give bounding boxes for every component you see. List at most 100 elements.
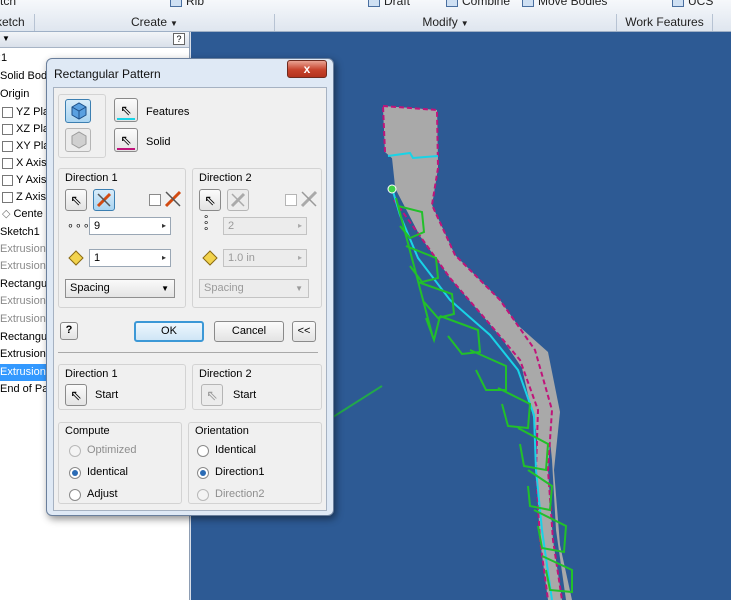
direction2-start-title: Direction 2 bbox=[199, 368, 252, 380]
tree-item-sketch1[interactable]: Sketch1 bbox=[0, 224, 40, 241]
direction1-flip-button[interactable] bbox=[93, 189, 115, 211]
tree-item-xy-plane[interactable]: XY Pla bbox=[2, 138, 49, 155]
direction2-spacing-input[interactable]: 1.0 in ▸ bbox=[223, 249, 307, 267]
direction2-count-input[interactable]: 2 ▸ bbox=[223, 217, 307, 235]
group-create[interactable]: Create ▼ bbox=[34, 14, 274, 31]
tree-label: Origin bbox=[0, 88, 30, 100]
move-bodies-label: Move Bodies bbox=[538, 0, 608, 8]
tree-item-extrusion[interactable]: Extrusion bbox=[0, 258, 46, 275]
flip-direction-icon bbox=[230, 192, 246, 208]
solid-select-button[interactable]: ⇖ bbox=[114, 128, 138, 152]
tree-item-rectangular-pattern[interactable]: Rectangu bbox=[0, 276, 47, 293]
dialog-title: Rectangular Pattern bbox=[54, 67, 161, 81]
compute-adjust-radio[interactable] bbox=[69, 489, 81, 501]
group-modify[interactable]: Modify ▼ bbox=[274, 14, 616, 31]
ribbon: tch Rib Draft Combine Move Bodies UCS Sk… bbox=[0, 0, 731, 32]
orientation-identical-radio[interactable] bbox=[197, 445, 209, 457]
plane-icon bbox=[2, 140, 13, 152]
tree-item-extrusion[interactable]: Extrusion bbox=[0, 293, 46, 310]
direction1-midplane-checkbox[interactable] bbox=[149, 194, 161, 206]
direction1-path-button[interactable]: ⇖ bbox=[65, 189, 87, 211]
ok-button[interactable]: OK bbox=[134, 321, 204, 342]
collapse-button[interactable]: << bbox=[292, 321, 316, 342]
move-bodies-icon bbox=[522, 0, 534, 7]
draft-label: Draft bbox=[384, 0, 411, 8]
rib-tool[interactable]: Rib bbox=[170, 0, 204, 8]
tree-label: Y Axis bbox=[16, 174, 47, 186]
tree-item-x-axis[interactable]: X Axis bbox=[2, 155, 47, 172]
help-button[interactable]: ? bbox=[60, 322, 78, 340]
direction2-method-select[interactable]: Spacing ▼ bbox=[199, 279, 309, 298]
rib-icon bbox=[170, 0, 182, 7]
tree-item-z-axis[interactable]: Z Axis bbox=[2, 189, 46, 206]
pattern-type-group bbox=[58, 94, 106, 158]
tree-item-rectangular-pattern[interactable]: Rectangu bbox=[0, 329, 47, 346]
browser-help-icon[interactable]: ? bbox=[173, 33, 185, 45]
compute-optimized-radio[interactable] bbox=[69, 445, 81, 457]
arrow-cursor-icon: ⇖ bbox=[204, 192, 216, 208]
compute-identical-radio[interactable] bbox=[69, 467, 81, 479]
tree-item-y-axis[interactable]: Y Axis bbox=[2, 172, 46, 189]
direction1-start-button[interactable]: ⇖ bbox=[65, 384, 87, 406]
rib-label: Rib bbox=[186, 0, 205, 8]
features-indicator bbox=[117, 118, 135, 120]
midplane-icon bbox=[300, 190, 318, 208]
group-sketch[interactable]: Sketch bbox=[0, 14, 34, 31]
compute-adjust-label: Adjust bbox=[87, 488, 118, 500]
direction2-flip-button[interactable] bbox=[227, 189, 249, 211]
tree-item-solid-bodies[interactable]: Solid Bodi bbox=[0, 68, 50, 85]
direction1-method-select[interactable]: Spacing ▼ bbox=[65, 279, 175, 298]
tree-item-part[interactable]: :1 bbox=[0, 50, 7, 67]
plane-icon bbox=[2, 106, 13, 118]
direction1-start-group: Direction 1 ⇖ Start bbox=[58, 364, 186, 410]
tree-item-extrusion[interactable]: Extrusion bbox=[0, 346, 46, 363]
pattern-solids-button[interactable] bbox=[65, 128, 91, 152]
solid-cube-icon bbox=[71, 131, 87, 149]
combine-tool[interactable]: Combine bbox=[446, 0, 510, 8]
tree-item-extrusion[interactable]: Extrusion bbox=[0, 311, 46, 328]
spin-arrow-icon[interactable]: ▸ bbox=[294, 250, 306, 266]
features-select-button[interactable]: ⇖ bbox=[114, 98, 138, 122]
direction2-start-group: Direction 2 ⇖ Start bbox=[192, 364, 322, 410]
tree-item-origin[interactable]: Origin bbox=[0, 86, 29, 103]
ribbon-sketch-fragment[interactable]: tch bbox=[0, 0, 16, 8]
spin-arrow-icon[interactable]: ▸ bbox=[158, 218, 170, 234]
group-work-features[interactable]: Work Features bbox=[616, 14, 712, 31]
group-modify-label: Modify bbox=[422, 15, 458, 29]
count-icon: ∘∘∘ bbox=[67, 220, 91, 232]
pattern-features-button[interactable] bbox=[65, 99, 91, 123]
arrow-cursor-icon: ⇖ bbox=[70, 387, 82, 403]
axis-icon bbox=[2, 157, 13, 169]
tree-item-center-point[interactable]: ◇ Cente bbox=[2, 206, 43, 223]
compute-optimized-label: Optimized bbox=[87, 444, 137, 456]
axis-icon bbox=[2, 174, 13, 186]
tree-item-extrusion[interactable]: Extrusion bbox=[0, 241, 46, 258]
tree-label: Sketch1 bbox=[0, 226, 40, 238]
move-bodies-tool[interactable]: Move Bodies bbox=[522, 0, 607, 8]
group-create-label: Create bbox=[131, 15, 168, 29]
spin-arrow-icon[interactable]: ▸ bbox=[158, 250, 170, 266]
tree-item-yz-plane[interactable]: YZ Pla bbox=[2, 104, 49, 121]
spin-arrow-icon[interactable]: ▸ bbox=[294, 218, 306, 234]
ucs-tool[interactable]: UCS bbox=[672, 0, 713, 8]
direction1-spacing-input[interactable]: 1 ▸ bbox=[89, 249, 171, 267]
direction1-spacing-value: 1 bbox=[94, 252, 101, 264]
cancel-button[interactable]: Cancel bbox=[214, 321, 284, 342]
browser-dropdown-icon[interactable]: ▼ bbox=[2, 34, 10, 43]
direction1-count-input[interactable]: 9 ▸ bbox=[89, 217, 171, 235]
tree-item-xz-plane[interactable]: XZ Pla bbox=[2, 121, 49, 138]
direction2-start-button[interactable]: ⇖ bbox=[201, 384, 223, 406]
orientation-direction1-radio[interactable] bbox=[197, 467, 209, 479]
direction1-method-value: Spacing bbox=[70, 282, 110, 294]
tree-item-end-of-part[interactable]: End of Pa bbox=[0, 381, 48, 398]
direction2-midplane-checkbox[interactable] bbox=[285, 194, 297, 206]
divider bbox=[58, 352, 318, 353]
close-button[interactable]: x bbox=[287, 60, 327, 78]
orientation-direction2-radio[interactable] bbox=[197, 489, 209, 501]
direction2-path-button[interactable]: ⇖ bbox=[199, 189, 221, 211]
solid-indicator bbox=[117, 148, 135, 150]
tree-label: Extrusion bbox=[0, 295, 46, 307]
draft-tool[interactable]: Draft bbox=[368, 0, 410, 8]
tree-item-extrusion-selected[interactable]: Extrusion bbox=[0, 364, 46, 381]
direction2-method-value: Spacing bbox=[204, 282, 244, 294]
